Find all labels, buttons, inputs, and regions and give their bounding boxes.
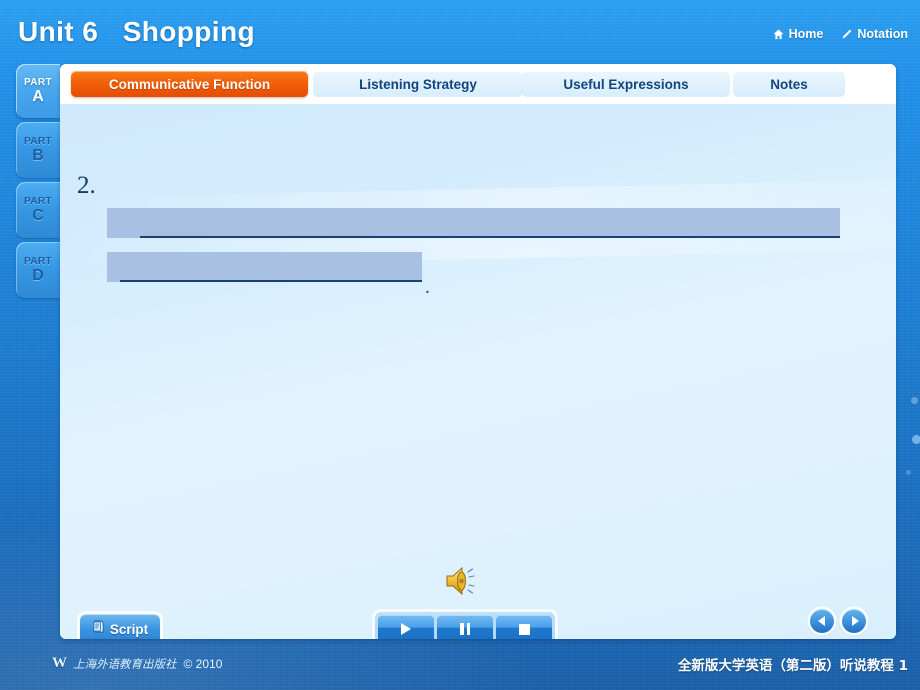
part-d-kicker: PART bbox=[23, 256, 53, 267]
decorative-bubble bbox=[912, 435, 920, 444]
pencil-icon bbox=[841, 29, 852, 40]
part-c-kicker: PART bbox=[23, 196, 53, 207]
home-icon bbox=[773, 29, 784, 40]
part-c-letter: C bbox=[32, 207, 44, 224]
decorative-bubble bbox=[911, 397, 918, 404]
script-button-label: Script bbox=[109, 621, 149, 637]
notation-link-label: Notation bbox=[857, 27, 908, 41]
stop-icon bbox=[518, 623, 530, 635]
arrow-left-icon bbox=[817, 616, 825, 626]
play-icon bbox=[401, 623, 411, 635]
app-footer: W 上海外语教育出版社 © 2010 全新版大学英语（第二版）听说教程 1 bbox=[0, 648, 920, 690]
decorative-bubble bbox=[906, 470, 911, 475]
blank-line-1-rule bbox=[140, 236, 840, 238]
home-link[interactable]: Home bbox=[773, 27, 824, 41]
header-links: Home Notation bbox=[773, 27, 908, 41]
part-rail: PART A PART B PART C PART D bbox=[16, 64, 60, 302]
sidebar-item-part-a[interactable]: PART A bbox=[16, 64, 60, 118]
page-navigation bbox=[810, 609, 866, 633]
publisher-logo: W bbox=[52, 655, 67, 671]
app-header: Unit 6 Shopping Home Notation bbox=[0, 0, 920, 58]
tab-communicative-function[interactable]: Communicative Function bbox=[71, 71, 308, 97]
speaker-icon[interactable] bbox=[444, 564, 482, 598]
script-icon bbox=[92, 620, 105, 638]
notation-link[interactable]: Notation bbox=[841, 27, 908, 41]
publisher-block: W 上海外语教育出版社 © 2010 bbox=[52, 655, 222, 672]
stop-button[interactable] bbox=[496, 615, 552, 639]
sidebar-item-part-b[interactable]: PART B bbox=[16, 122, 60, 178]
copyright-text: © 2010 bbox=[183, 656, 223, 671]
tab-bar: Communicative Function Listening Strateg… bbox=[60, 64, 896, 104]
script-button[interactable]: Script bbox=[80, 614, 160, 639]
part-d-letter: D bbox=[32, 267, 44, 284]
part-b-kicker: PART bbox=[23, 136, 53, 147]
tab-useful-expressions[interactable]: Useful Expressions bbox=[522, 71, 730, 97]
page-title: Unit 6 Shopping bbox=[18, 16, 255, 47]
arrow-right-icon bbox=[851, 616, 859, 626]
tab-listening-strategy[interactable]: Listening Strategy bbox=[313, 71, 523, 97]
sidebar-item-part-d[interactable]: PART D bbox=[16, 242, 60, 298]
pause-icon bbox=[460, 623, 470, 635]
blank-line-2-rule bbox=[120, 280, 422, 282]
blank-line-1-highlight bbox=[107, 208, 840, 238]
sentence-period: . bbox=[425, 277, 430, 298]
book-title: 全新版大学英语（第二版）听说教程 1 bbox=[677, 658, 908, 674]
blank-line-2-highlight bbox=[107, 252, 422, 282]
main-panel: Communicative Function Listening Strateg… bbox=[60, 64, 896, 639]
previous-button[interactable] bbox=[810, 609, 834, 633]
pause-button[interactable] bbox=[437, 615, 493, 639]
exercise-stage: 2. . Script bbox=[60, 104, 896, 639]
part-b-letter: B bbox=[32, 147, 44, 164]
publisher-name: 上海外语教育出版社 bbox=[73, 656, 177, 671]
part-a-kicker: PART bbox=[23, 77, 53, 88]
transport-controls bbox=[375, 612, 555, 639]
play-button[interactable] bbox=[378, 615, 434, 639]
next-button[interactable] bbox=[842, 609, 866, 633]
home-link-label: Home bbox=[788, 27, 824, 41]
question-number: 2. bbox=[77, 172, 96, 199]
sidebar-item-part-c[interactable]: PART C bbox=[16, 182, 60, 238]
tab-notes[interactable]: Notes bbox=[733, 71, 845, 97]
part-a-letter: A bbox=[32, 88, 44, 105]
